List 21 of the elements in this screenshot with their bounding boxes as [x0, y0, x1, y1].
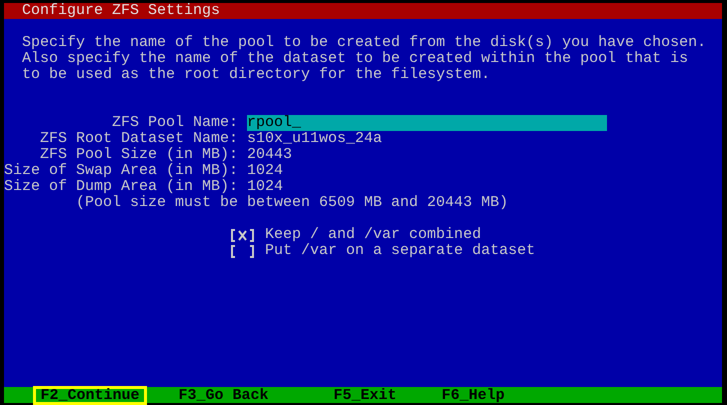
field-label: ZFS Pool Name:: [111, 115, 238, 131]
field-label: ZFS Root Dataset Name:: [38, 131, 238, 147]
field-value: 1024: [247, 179, 284, 195]
note-text: (Pool size must be between 6509 MB and 20443 MB): [76, 195, 508, 211]
field-value: s10x_u11wos_24a: [247, 131, 382, 147]
checkbox[interactable]: [229, 243, 256, 259]
function-key[interactable]: F6_Help: [434, 386, 512, 404]
field-label: Size of Swap Area (in MB):: [4, 163, 238, 179]
input-field[interactable]: rpool_: [247, 115, 608, 131]
option-label: Keep / and /var combined: [265, 227, 482, 243]
field-value: 20443: [247, 147, 292, 163]
function-key[interactable]: F3_Go Back: [171, 386, 276, 404]
field-label: Size of Dump Area (in MB):: [4, 179, 238, 195]
field-label: ZFS Pool Size (in MB):: [38, 147, 238, 163]
option-label: Put /var on a separate dataset: [265, 243, 536, 259]
window-title: Configure ZFS Settings: [22, 2, 220, 19]
function-key[interactable]: F2_Continue: [33, 386, 148, 404]
function-key[interactable]: F5_Exit: [326, 386, 404, 404]
field-value: 1024: [247, 163, 284, 179]
description-text: Specify the name of the pool to be created from the disk(s) you have chosen. Also specify the name of the dataset to be created within the pool that is to be used as the root directory for the filesystem.: [21, 35, 708, 83]
checkbox[interactable]: [229, 227, 256, 243]
